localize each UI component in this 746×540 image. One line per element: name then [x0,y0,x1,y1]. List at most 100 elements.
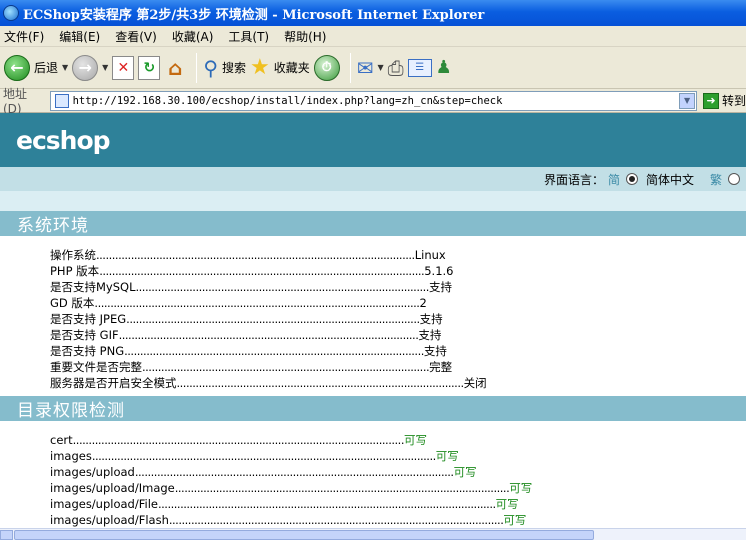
horizontal-scrollbar[interactable] [0,528,746,540]
forward-dropdown-icon[interactable]: ▼ [102,63,108,72]
check-value: 支持 [418,328,442,342]
back-label: 后退 [34,61,59,75]
title-bar: ECShop安装程序 第2步/共3步 环境检测 - Microsoft Inte… [0,0,746,26]
scroll-thumb[interactable] [14,530,594,540]
traditional-radio[interactable] [728,173,740,185]
menu-help[interactable]: 帮助(H) [284,28,326,45]
check-name: cert [50,433,73,447]
simplified-radio[interactable] [625,173,638,185]
stop-button[interactable]: ✕ [112,51,135,85]
menu-bar: 文件(F) 编辑(E) 查看(V) 收藏(A) 工具(T) 帮助(H) [0,26,746,47]
messenger-button[interactable]: ♟ [436,51,452,85]
go-button[interactable]: ➜ 转到 [703,92,746,109]
menu-view[interactable]: 查看(V) [115,28,157,45]
dot-leader: ........................................… [126,312,420,326]
ie-logo-icon [3,5,19,21]
check-name: 服务器是否开启安全模式 [50,376,177,390]
home-button[interactable]: ⌂ [164,51,186,85]
check-value: 可写 [435,449,459,463]
messenger-icon: ♟ [435,57,452,78]
check-row: images..................................… [50,448,746,464]
check-row: 是否支持 GIF................................… [50,327,746,343]
check-row: 是否支持 JPEG...............................… [50,311,746,327]
dot-leader: ........................................… [94,296,420,310]
mail-button[interactable]: ✉ ▼ [357,51,384,85]
check-name: 是否支持 JPEG [50,312,127,326]
mail-dropdown-icon[interactable]: ▼ [378,63,384,72]
check-value: Linux [414,248,446,262]
menu-edit[interactable]: 编辑(E) [59,28,100,45]
dot-leader: ........................................… [91,449,436,463]
refresh-icon: ↻ [138,55,161,80]
check-row: cert....................................… [50,432,746,448]
favorites-star-icon: ★ [250,55,270,80]
check-name: 是否支持 GIF [50,328,119,342]
toolbar-separator-2 [349,52,351,83]
section-dir-permissions: 目录权限检测 [0,396,746,421]
check-value: 支持 [428,280,452,294]
toolbar-separator [196,52,198,83]
edit-button[interactable]: ☰ [407,51,432,85]
address-dropdown-icon[interactable]: ▼ [679,92,696,109]
back-arrow-icon: ← [4,54,30,81]
page-content: ecshop 界面语言： 简 简体中文 繁 系统环境 操作系统.........… [0,113,746,528]
check-name: PHP 版本 [50,264,100,278]
check-name: 操作系统 [50,248,96,262]
toolbar: ← 后退 ▼ → ▼ ✕ ↻ ⌂ ⚲ 搜索 ★ 收藏夹 ⏱ ✉ ▼ ⎙ ☰ ♟ [0,47,746,89]
stop-icon: ✕ [112,55,135,80]
check-name: images/upload [50,465,135,479]
dot-leader: ........................................… [72,433,405,447]
check-row: 操作系统....................................… [50,247,746,263]
menu-file[interactable]: 文件(F) [4,28,44,45]
window-title: ECShop安装程序 第2步/共3步 环境检测 - Microsoft Inte… [23,7,485,23]
check-name: 是否支持MySQL [50,280,136,294]
check-value: 可写 [503,513,527,527]
address-input[interactable] [72,94,683,107]
check-row: 服务器是否开启安全模式.............................… [50,375,746,391]
favorites-button[interactable]: ★ 收藏夹 [250,51,310,85]
check-value: 支持 [423,344,447,358]
history-icon: ⏱ [313,54,340,81]
check-value: 2 [419,296,427,310]
check-name: GD 版本 [50,296,95,310]
spacer [0,191,746,211]
print-button[interactable]: ⎙ [388,51,404,85]
check-row: images/upload/Image.....................… [50,480,746,496]
check-row: 是否支持 PNG................................… [50,343,746,359]
dot-leader: ........................................… [118,328,419,342]
page-icon [54,93,69,108]
check-name: images/upload/File [50,497,158,511]
forward-button[interactable]: → ▼ [72,51,108,85]
dot-leader: ........................................… [174,481,510,495]
menu-favorites[interactable]: 收藏(A) [172,28,214,45]
back-dropdown-icon[interactable]: ▼ [62,63,68,72]
check-row: 是否支持MySQL...............................… [50,279,746,295]
menu-tools[interactable]: 工具(T) [228,28,269,45]
ecshop-logo: ecshop [16,126,111,155]
print-icon: ⎙ [387,55,404,80]
system-env-list: 操作系统....................................… [0,236,746,396]
search-button[interactable]: ⚲ 搜索 [203,51,246,85]
page-header: ecshop [0,113,746,167]
address-bar: 地址(D) ▼ ➜ 转到 [0,87,746,116]
check-row: images/upload/Flash.....................… [50,512,746,528]
check-name: images/upload/Flash [50,513,169,527]
language-label: 界面语言： [543,172,604,187]
check-value: 完整 [429,360,453,374]
dot-leader: ........................................… [142,360,430,374]
check-value: 可写 [453,465,477,479]
check-name: 是否支持 PNG [50,344,125,358]
language-selector: 界面语言： 简 简体中文 繁 [544,171,740,188]
check-value: 支持 [419,312,443,326]
simplified-label: 简体中文 [645,172,694,187]
check-value: 5.1.6 [424,264,454,278]
check-name: images [50,449,92,463]
dot-leader: ........................................… [134,465,454,479]
check-row: GD 版本...................................… [50,295,746,311]
check-value: 关闭 [463,376,487,390]
scroll-left-button[interactable] [0,530,13,540]
refresh-button[interactable]: ↻ [138,51,161,85]
history-button[interactable]: ⏱ [313,51,340,85]
back-button[interactable]: ← 后退 ▼ [4,51,68,85]
check-value: 可写 [495,497,519,511]
